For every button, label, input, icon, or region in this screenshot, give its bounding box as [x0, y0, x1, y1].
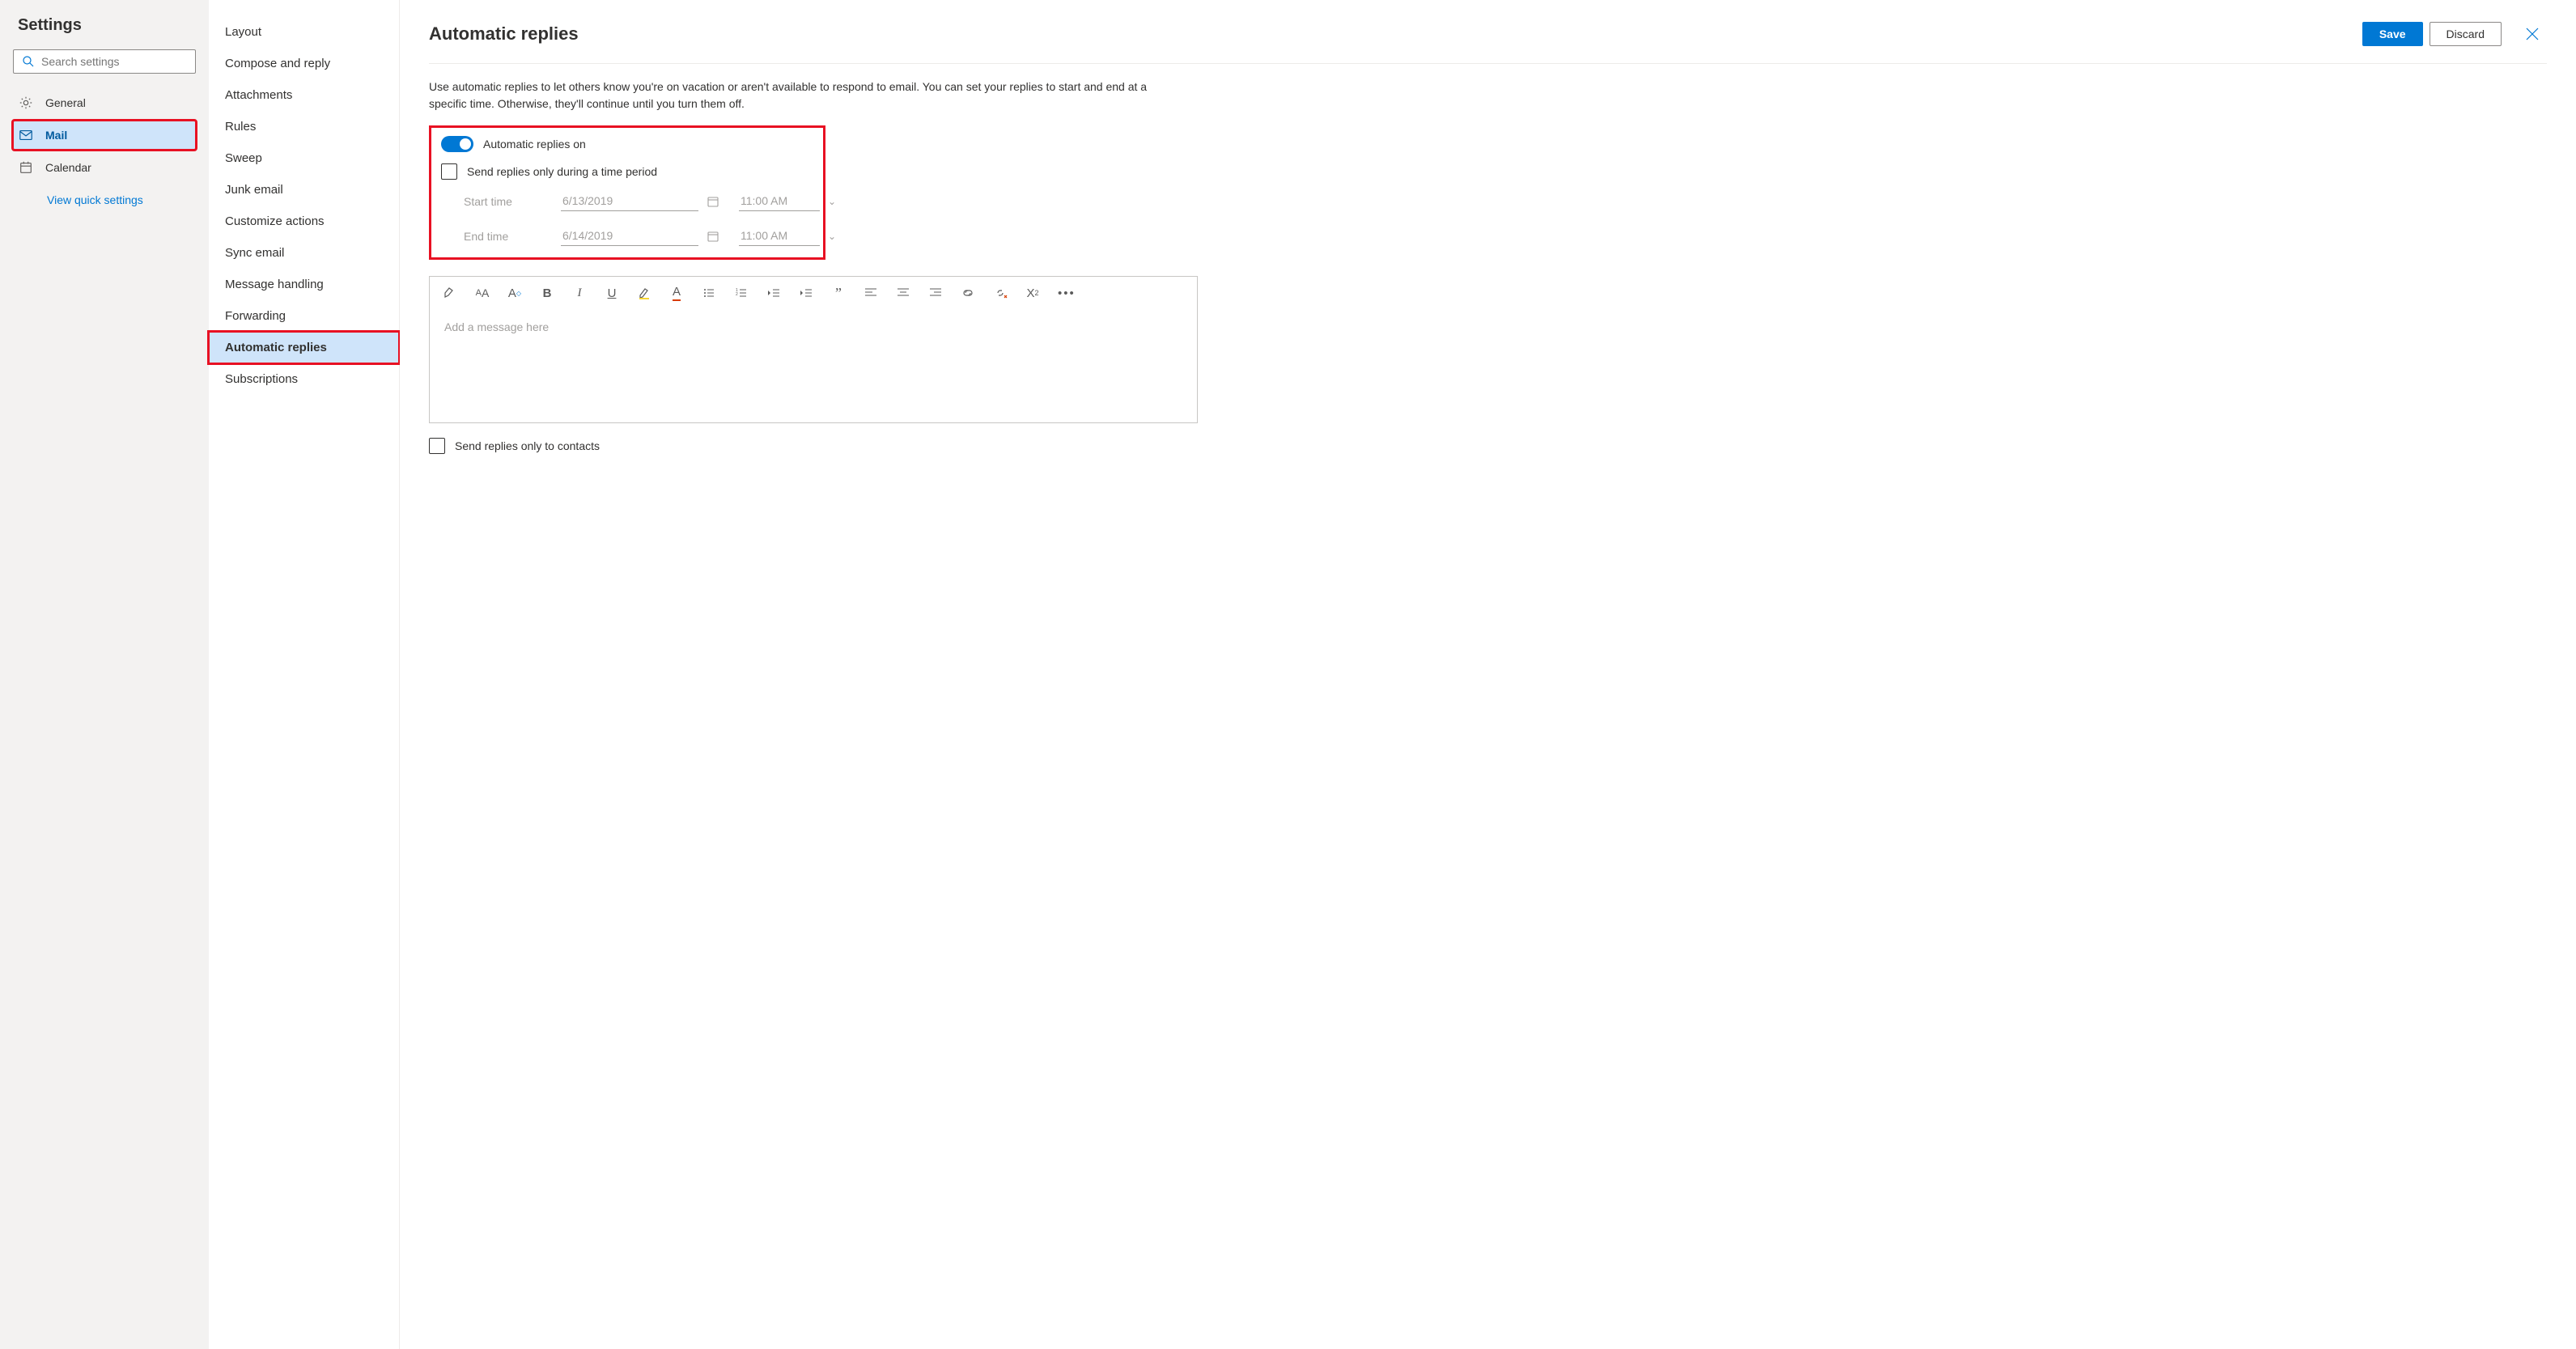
contacts-only-checkbox[interactable] [429, 438, 445, 454]
nav-customize-actions[interactable]: Customize actions [209, 206, 399, 237]
end-time-label: End time [464, 230, 553, 243]
main-content: Automatic replies Save Discard Use autom… [400, 0, 2576, 1349]
description-text: Use automatic replies to let others know… [429, 78, 1173, 112]
bullet-list-icon[interactable] [702, 285, 716, 301]
chevron-down-icon[interactable]: ⌄ [828, 196, 844, 207]
more-options-icon[interactable]: ••• [1058, 285, 1076, 301]
nav-forwarding[interactable]: Forwarding [209, 300, 399, 332]
calendar-icon [18, 159, 34, 176]
editor-toolbar: AA A◇ B I U A 12 ” X2 ••• [430, 277, 1197, 309]
mail-settings-nav: Layout Compose and reply Attachments Rul… [209, 0, 400, 1349]
start-time-label: Start time [464, 195, 553, 208]
end-time-field[interactable]: 11:00 AM [739, 226, 820, 246]
close-icon [2526, 28, 2539, 40]
italic-icon[interactable]: I [572, 285, 587, 301]
settings-title: Settings [13, 16, 196, 35]
close-button[interactable] [2518, 19, 2547, 49]
align-center-icon[interactable] [896, 285, 910, 301]
search-icon [22, 55, 41, 68]
settings-sidebar: Settings General Mail Calendar View quic… [0, 0, 209, 1349]
quote-icon[interactable]: ” [831, 285, 846, 301]
page-title: Automatic replies [429, 23, 2356, 45]
save-button[interactable]: Save [2362, 22, 2423, 46]
format-painter-icon[interactable] [443, 285, 457, 301]
gear-icon [18, 95, 34, 111]
unlink-icon[interactable] [993, 285, 1008, 301]
toggle-label: Automatic replies on [483, 138, 586, 151]
font-style-icon[interactable]: A◇ [507, 285, 522, 301]
message-textarea[interactable]: Add a message here [430, 309, 1197, 422]
message-editor: AA A◇ B I U A 12 ” X2 ••• Add a message … [429, 276, 1198, 423]
calendar-picker-icon[interactable] [707, 195, 731, 208]
view-quick-settings-link[interactable]: View quick settings [13, 187, 196, 213]
highlighted-settings-block: Automatic replies on Send replies only d… [429, 125, 825, 260]
time-period-label: Send replies only during a time period [467, 165, 657, 178]
nav-sync-email[interactable]: Sync email [209, 237, 399, 269]
nav-compose-and-reply[interactable]: Compose and reply [209, 48, 399, 79]
highlight-icon[interactable] [637, 285, 651, 301]
start-date-field[interactable]: 6/13/2019 [561, 191, 698, 211]
nav-layout[interactable]: Layout [209, 16, 399, 48]
underline-icon[interactable]: U [605, 285, 619, 301]
nav-automatic-replies[interactable]: Automatic replies [209, 332, 399, 363]
align-right-icon[interactable] [928, 285, 943, 301]
nav-message-handling[interactable]: Message handling [209, 269, 399, 300]
nav-subscriptions[interactable]: Subscriptions [209, 363, 399, 395]
category-label: Mail [45, 129, 67, 142]
chevron-down-icon[interactable]: ⌄ [828, 231, 844, 242]
font-color-icon[interactable]: A [669, 285, 684, 301]
search-settings-box[interactable] [13, 49, 196, 74]
increase-indent-icon[interactable] [799, 285, 813, 301]
category-label: General [45, 96, 86, 109]
nav-rules[interactable]: Rules [209, 111, 399, 142]
link-icon[interactable] [961, 285, 975, 301]
time-period-checkbox[interactable] [441, 163, 457, 180]
calendar-picker-icon[interactable] [707, 230, 731, 243]
start-time-field[interactable]: 11:00 AM [739, 191, 820, 211]
nav-junk-email[interactable]: Junk email [209, 174, 399, 206]
category-general[interactable]: General [13, 88, 196, 117]
category-calendar[interactable]: Calendar [13, 153, 196, 182]
decrease-indent-icon[interactable] [766, 285, 781, 301]
svg-text:2: 2 [736, 292, 738, 297]
automatic-replies-toggle[interactable] [441, 136, 473, 152]
main-header: Automatic replies Save Discard [429, 19, 2547, 64]
mail-icon [18, 127, 34, 143]
end-date-field[interactable]: 6/14/2019 [561, 226, 698, 246]
category-mail[interactable]: Mail [13, 121, 196, 150]
category-label: Calendar [45, 161, 91, 174]
numbered-list-icon[interactable]: 12 [734, 285, 749, 301]
nav-attachments[interactable]: Attachments [209, 79, 399, 111]
nav-sweep[interactable]: Sweep [209, 142, 399, 174]
bold-icon[interactable]: B [540, 285, 554, 301]
discard-button[interactable]: Discard [2430, 22, 2502, 46]
search-settings-input[interactable] [41, 55, 188, 68]
align-left-icon[interactable] [864, 285, 878, 301]
font-size-icon[interactable]: AA [475, 285, 490, 301]
superscript-icon[interactable]: X2 [1025, 285, 1040, 301]
contacts-only-label: Send replies only to contacts [455, 439, 600, 452]
